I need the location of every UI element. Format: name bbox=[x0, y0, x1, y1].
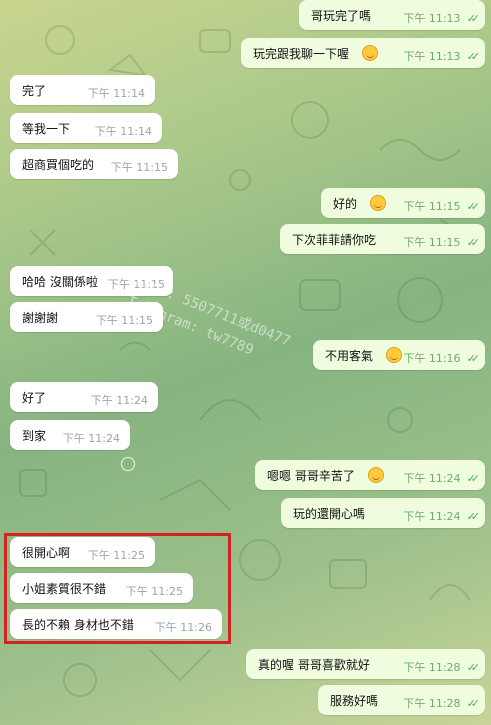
message-row: 玩的還開心嗎 下午 11:24 ✓✓ bbox=[0, 498, 491, 528]
message-time: 下午 11:13 bbox=[403, 12, 461, 25]
outgoing-message-bubble[interactable]: 下次菲菲請你吃 下午 11:15 ✓✓ bbox=[280, 224, 485, 254]
message-row: 好的 下午 11:15 ✓✓ bbox=[0, 188, 491, 218]
incoming-message-bubble[interactable]: 超商買個吃的 下午 11:15 bbox=[10, 149, 178, 179]
outgoing-message-bubble[interactable]: 玩的還開心嗎 下午 11:24 ✓✓ bbox=[281, 498, 485, 528]
message-text: 服務好嗎 bbox=[330, 693, 379, 708]
outgoing-message-bubble[interactable]: 哥玩完了嗎 下午 11:13 ✓✓ bbox=[299, 0, 485, 30]
message-row: 好了 下午 11:24 bbox=[0, 382, 491, 412]
message-text: 到家 bbox=[22, 428, 47, 443]
message-text: 謝謝謝 bbox=[22, 310, 59, 325]
double-check-icon: ✓✓ bbox=[466, 471, 481, 485]
message-row: 服務好嗎 下午 11:28 ✓✓ bbox=[0, 685, 491, 715]
message-time: 下午 11:15 bbox=[403, 200, 461, 213]
incoming-message-bubble[interactable]: 完了 下午 11:14 bbox=[10, 75, 155, 105]
double-check-icon: ✓✓ bbox=[466, 11, 481, 25]
outgoing-message-bubble[interactable]: 服務好嗎 下午 11:28 ✓✓ bbox=[318, 685, 485, 715]
message-time: 下午 11:24 bbox=[403, 510, 461, 523]
message-time: 下午 11:13 bbox=[403, 50, 461, 63]
message-row: 等我一下 下午 11:14 bbox=[0, 113, 491, 143]
cursor-circle-icon bbox=[121, 457, 135, 471]
message-time: 下午 11:28 bbox=[403, 661, 461, 674]
double-check-icon: ✓✓ bbox=[466, 199, 481, 213]
double-check-icon: ✓✓ bbox=[466, 351, 481, 365]
message-text: 好的 bbox=[333, 196, 358, 211]
message-row: 完了 下午 11:14 bbox=[0, 75, 491, 105]
incoming-message-bubble[interactable]: 等我一下 下午 11:14 bbox=[10, 113, 162, 143]
message-text: 好了 bbox=[22, 390, 47, 405]
outgoing-message-bubble[interactable]: 不用客氣 下午 11:16 ✓✓ bbox=[313, 340, 485, 370]
outgoing-message-bubble[interactable]: 嗯嗯 哥哥辛苦了 下午 11:24 ✓✓ bbox=[255, 460, 485, 490]
double-check-icon: ✓✓ bbox=[466, 509, 481, 523]
smiling-face-icon bbox=[362, 45, 379, 61]
message-text: 哥玩完了嗎 bbox=[311, 8, 372, 23]
message-text: 不用客氣 bbox=[325, 348, 374, 363]
outgoing-message-bubble[interactable]: 好的 下午 11:15 ✓✓ bbox=[321, 188, 485, 218]
incoming-message-bubble[interactable]: 到家 下午 11:24 bbox=[10, 420, 130, 450]
message-time: 下午 11:16 bbox=[403, 352, 461, 365]
message-time: 下午 11:24 bbox=[62, 432, 120, 445]
message-text: 哈哈 沒關係啦 bbox=[22, 274, 98, 289]
message-time: 下午 11:15 bbox=[403, 236, 461, 249]
message-row: 超商買個吃的 下午 11:15 bbox=[0, 149, 491, 179]
message-text: 嗯嗯 哥哥辛苦了 bbox=[267, 468, 355, 483]
double-check-icon: ✓✓ bbox=[466, 696, 481, 710]
outgoing-message-bubble[interactable]: 真的喔 哥哥喜歡就好 下午 11:28 ✓✓ bbox=[246, 649, 485, 679]
message-text: 下次菲菲請你吃 bbox=[292, 232, 377, 247]
message-row: 哈哈 沒關係啦 下午 11:15 bbox=[0, 266, 491, 296]
outgoing-message-bubble[interactable]: 玩完跟我聊一下喔 下午 11:13 ✓✓ bbox=[241, 38, 485, 68]
message-row: 嗯嗯 哥哥辛苦了 下午 11:24 ✓✓ bbox=[0, 460, 491, 490]
smiling-face-icon bbox=[367, 467, 384, 483]
message-text: 真的喔 哥哥喜歡就好 bbox=[258, 657, 370, 672]
message-row: 到家 下午 11:24 bbox=[0, 420, 491, 450]
message-row: 玩完跟我聊一下喔 下午 11:13 ✓✓ bbox=[0, 38, 491, 68]
message-time: 下午 11:15 bbox=[110, 161, 168, 174]
message-time: 下午 11:14 bbox=[87, 87, 145, 100]
message-text: 完了 bbox=[22, 83, 47, 98]
message-text: 玩的還開心嗎 bbox=[293, 506, 366, 521]
message-time: 下午 11:14 bbox=[94, 125, 152, 138]
message-time: 下午 11:28 bbox=[403, 697, 461, 710]
message-row: 下次菲菲請你吃 下午 11:15 ✓✓ bbox=[0, 224, 491, 254]
double-check-icon: ✓✓ bbox=[466, 235, 481, 249]
smiling-face-icon bbox=[370, 195, 387, 211]
message-row: 真的喔 哥哥喜歡就好 下午 11:28 ✓✓ bbox=[0, 649, 491, 679]
smiling-face-icon bbox=[386, 347, 403, 363]
message-text: 玩完跟我聊一下喔 bbox=[253, 46, 350, 61]
highlight-box bbox=[4, 533, 231, 644]
message-text: 超商買個吃的 bbox=[22, 157, 95, 172]
message-time: 下午 11:24 bbox=[90, 394, 148, 407]
double-check-icon: ✓✓ bbox=[466, 660, 481, 674]
message-row: 哥玩完了嗎 下午 11:13 ✓✓ bbox=[0, 0, 491, 30]
message-text: 等我一下 bbox=[22, 121, 71, 136]
message-time: 下午 11:24 bbox=[403, 472, 461, 485]
double-check-icon: ✓✓ bbox=[466, 49, 481, 63]
incoming-message-bubble[interactable]: 好了 下午 11:24 bbox=[10, 382, 158, 412]
